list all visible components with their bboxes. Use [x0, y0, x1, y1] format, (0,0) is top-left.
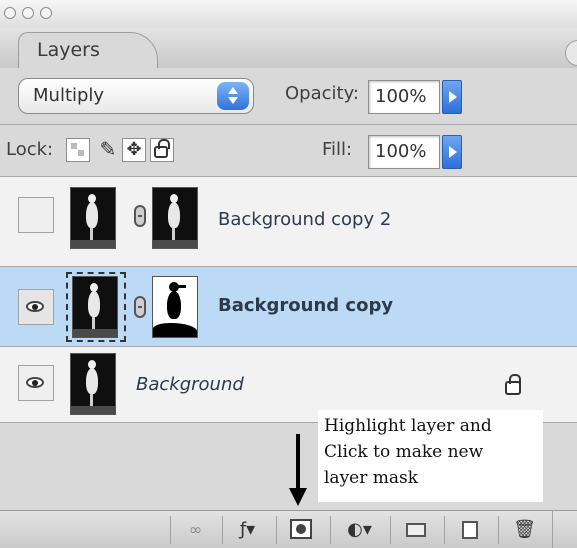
annotation: Highlight layer and Click to make new la…	[318, 410, 543, 502]
lock-label: Lock:	[6, 139, 54, 160]
layers-panel: Layers Multiply Opacity: 100% Lock: ✎ ✥ …	[0, 0, 577, 548]
divider	[0, 124, 577, 125]
opacity-slider-button[interactable]	[442, 80, 462, 114]
layer-name: Background copy 2	[218, 209, 392, 230]
annotation-arrow	[296, 434, 300, 490]
visibility-toggle[interactable]	[18, 365, 54, 401]
layer-name: Background copy	[218, 295, 394, 316]
lock-transparency-icon[interactable]	[66, 138, 90, 162]
blend-mode-select[interactable]: Multiply	[18, 78, 254, 114]
new-layer-icon[interactable]	[444, 516, 496, 544]
mask-thumbnail	[152, 187, 198, 249]
fill-field[interactable]: 100%	[368, 135, 440, 169]
visibility-toggle[interactable]	[18, 289, 54, 325]
minimize-icon[interactable]	[22, 7, 34, 19]
layer-locked-icon	[505, 374, 521, 395]
bottom-toolbar: ∞ ƒ▾ ◐▾ 🗑	[0, 510, 577, 548]
layer-thumbnail	[70, 187, 116, 249]
panel-menu-icon[interactable]	[565, 40, 577, 66]
opacity-label: Opacity:	[285, 83, 359, 104]
annotation-line-3: layer mask	[324, 468, 419, 488]
add-layer-mask-icon[interactable]	[276, 516, 328, 544]
annotation-arrow-head	[289, 488, 307, 506]
fill-slider-button[interactable]	[442, 135, 462, 169]
new-group-icon[interactable]	[390, 516, 442, 544]
close-icon[interactable]	[4, 7, 16, 19]
lock-paint-icon[interactable]: ✎	[96, 138, 120, 162]
layer-thumbnail	[72, 276, 118, 338]
divider	[552, 511, 553, 548]
lock-move-icon[interactable]: ✥	[122, 138, 146, 162]
link-chain-icon[interactable]	[134, 296, 146, 318]
annotation-line-2: Click to make new	[324, 442, 484, 462]
link-chain-icon[interactable]	[134, 205, 146, 227]
mask-thumbnail	[152, 276, 198, 338]
adjustment-layer-icon[interactable]: ◐▾	[330, 516, 388, 544]
tab-layers-label: Layers	[37, 39, 100, 61]
tab-row: Layers	[0, 28, 577, 68]
select-arrows-icon	[217, 82, 249, 110]
eye-icon	[26, 377, 44, 388]
layer-thumbnail	[70, 353, 116, 415]
fill-label: Fill:	[322, 139, 353, 160]
layer-row-background-copy[interactable]: Background copy	[0, 267, 577, 347]
layer-style-icon[interactable]: ƒ▾	[222, 516, 272, 544]
tab-layers[interactable]: Layers	[18, 32, 158, 68]
zoom-icon[interactable]	[40, 7, 52, 19]
opacity-field[interactable]: 100%	[368, 80, 440, 114]
lock-all-icon[interactable]	[150, 138, 174, 162]
annotation-line-1: Highlight layer and	[324, 416, 492, 436]
delete-layer-icon[interactable]: 🗑	[498, 516, 550, 544]
link-layers-icon[interactable]: ∞	[170, 516, 220, 544]
layer-row-background-copy-2[interactable]: Background copy 2	[0, 177, 577, 267]
layer-name: Background	[136, 374, 244, 395]
title-bar	[0, 0, 577, 29]
eye-icon	[26, 301, 44, 312]
visibility-toggle[interactable]	[18, 197, 54, 233]
blend-mode-value: Multiply	[33, 85, 105, 106]
